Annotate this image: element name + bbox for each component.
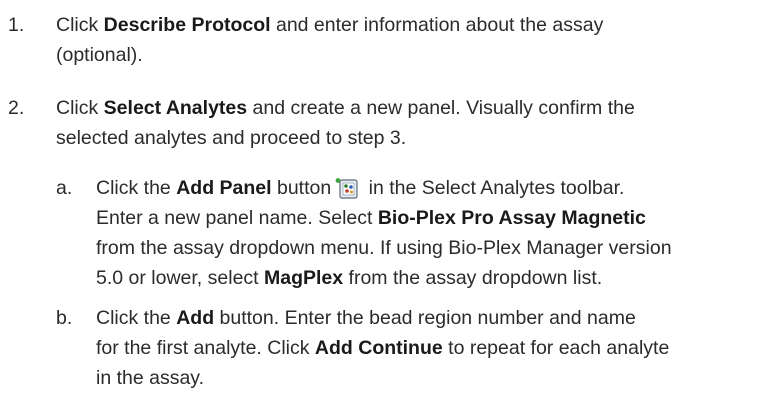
text: button. Enter the bead region number and… [214, 307, 636, 329]
step-line: (optional). [56, 44, 143, 66]
bold-term: Add [176, 307, 215, 329]
text: Enter a new panel name. Select [96, 207, 378, 229]
substep-line: Click the Add button. Enter the bead reg… [96, 303, 766, 333]
step-line: Click Select Analytes and create a new p… [56, 93, 756, 123]
text: from the assay dropdown list. [343, 267, 603, 289]
step-body: Click Describe Protocol and enter inform… [56, 10, 756, 70]
step-number: 1. [8, 14, 25, 36]
bold-term: Add Panel [176, 177, 272, 199]
step-line: selected analytes and proceed to step 3. [56, 127, 407, 149]
text: in the Select Analytes toolbar. [363, 177, 625, 199]
substep-letter: b. [56, 307, 73, 329]
text: 5.0 or lower, select [96, 267, 264, 289]
text: Click [56, 14, 104, 36]
text: and create a new panel. Visually confirm… [247, 97, 635, 119]
substep-letter: a. [56, 177, 73, 199]
substep-body: Click the Add button. Enter the bead reg… [96, 303, 766, 393]
substep-body: Click the Add Panel button in the Select… [96, 173, 766, 293]
text: to repeat for each analyte [442, 337, 670, 359]
bold-term: Describe Protocol [103, 14, 271, 36]
text: Click the [96, 307, 177, 329]
bold-term: Add Continue [314, 337, 443, 359]
substep-line: for the first analyte. Click Add Continu… [96, 333, 766, 363]
bold-term: Select Analytes [103, 97, 248, 119]
substep-line: Enter a new panel name. Select Bio-Plex … [96, 203, 766, 233]
substep-line: in the assay. [96, 367, 205, 389]
step-number: 2. [8, 97, 25, 119]
substep-line: from the assay dropdown menu. If using B… [96, 237, 672, 259]
bold-term: MagPlex [264, 267, 344, 289]
text: Click the [96, 177, 177, 199]
step-body: Click Select Analytes and create a new p… [56, 93, 756, 153]
substep-line: Click the Add Panel button in the Select… [96, 173, 766, 203]
text: and enter information about the assay [270, 14, 604, 36]
text: button [271, 177, 332, 199]
step-line: Click Describe Protocol and enter inform… [56, 10, 756, 40]
substep-line: 5.0 or lower, select MagPlex from the as… [96, 263, 766, 293]
text: for the first analyte. Click [96, 337, 315, 359]
text: Click [56, 97, 104, 119]
bold-term: Bio-Plex Pro Assay Magnetic [377, 207, 646, 229]
instructions-document: 1. Click Describe Protocol and enter inf… [0, 0, 771, 399]
add-panel-icon [335, 175, 359, 199]
